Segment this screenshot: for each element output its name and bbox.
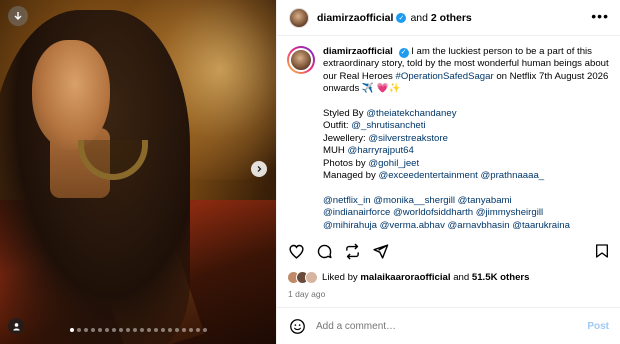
mention-link[interactable]: @silverstreakstore xyxy=(368,133,448,144)
hashtag-link[interactable]: #OperationSafedSagar xyxy=(396,71,494,82)
mention-line[interactable]: @netflix_in @monika__shergill @tanyabami xyxy=(323,195,613,207)
liker-avatar xyxy=(305,271,318,284)
user-icon xyxy=(12,322,20,331)
carousel-dot xyxy=(98,328,102,332)
next-photo-button[interactable] xyxy=(251,161,267,177)
carousel-dot xyxy=(196,328,200,332)
mention-line[interactable]: @indianairforce @worldofsiddharth @jimmy… xyxy=(323,207,613,219)
action-bar xyxy=(287,242,611,262)
credit-label: MUH xyxy=(323,145,345,157)
header-collaborators: and 2 others xyxy=(410,12,471,24)
carousel-dot xyxy=(161,328,165,332)
mention-link[interactable]: @_shrutisancheti xyxy=(351,120,425,131)
carousel-dot xyxy=(91,328,95,332)
carousel-dot xyxy=(133,328,137,332)
others-link[interactable]: 2 others xyxy=(431,12,472,24)
carousel-dot xyxy=(168,328,172,332)
credit-label: Jewellery: xyxy=(323,132,366,144)
carousel-dot xyxy=(126,328,130,332)
carousel-dot xyxy=(203,328,207,332)
bookmark-icon xyxy=(596,244,608,258)
verified-icon: ✓ xyxy=(396,12,407,23)
repost-button[interactable] xyxy=(343,242,361,260)
mention-link[interactable]: @harryrajput64 xyxy=(348,145,414,156)
verified-icon: ✓ xyxy=(398,48,409,59)
carousel-dot xyxy=(70,328,74,332)
caption-username[interactable]: diamirzaofficial xyxy=(323,46,393,57)
carousel-dot xyxy=(189,328,193,332)
mention-link[interactable]: @theiatekchandaney xyxy=(366,108,456,119)
carousel-dot xyxy=(119,328,123,332)
carousel-dot xyxy=(112,328,116,332)
heart-icon xyxy=(288,244,304,259)
share-button[interactable] xyxy=(371,242,389,260)
likes-count[interactable]: 51.5K others xyxy=(472,272,530,283)
and-text: and xyxy=(410,11,428,24)
liked-by-label: Liked by xyxy=(322,272,358,283)
carousel-indicator xyxy=(70,328,207,332)
credit-label: Managed by xyxy=(323,170,376,182)
comment-icon xyxy=(317,244,332,258)
likes-summary: Liked by malaikaaroraofficial and 51.5K … xyxy=(322,272,529,283)
comment-bar: Post xyxy=(277,307,620,344)
credit-label: Outfit: xyxy=(323,120,349,132)
post-comment-button[interactable]: Post xyxy=(587,321,609,332)
carousel-dot xyxy=(140,328,144,332)
mention-link[interactable]: @exceedentertainment xyxy=(378,170,477,181)
caption-area: diamirzaofficial ✓ I am the luckiest per… xyxy=(287,46,613,236)
tagged-users-button[interactable] xyxy=(8,318,24,334)
mention-link[interactable]: @prathnaaaa_ xyxy=(481,170,545,181)
post-photo[interactable] xyxy=(0,0,276,344)
carousel-dot xyxy=(77,328,81,332)
carousel-dot xyxy=(182,328,186,332)
comment-button[interactable] xyxy=(315,242,333,260)
more-options-icon[interactable]: ••• xyxy=(591,9,609,23)
mention-line[interactable]: @mihirahuja @verma.abhav @arnavbhasin @t… xyxy=(323,220,613,232)
post-timestamp[interactable]: 1 day ago xyxy=(288,289,325,299)
smiley-icon[interactable] xyxy=(289,318,306,335)
header-username[interactable]: diamirzaofficial xyxy=(317,12,393,24)
carousel-dot xyxy=(154,328,158,332)
repost-icon xyxy=(345,243,359,259)
and-label: and xyxy=(453,272,470,283)
carousel-dot xyxy=(84,328,88,332)
comment-input[interactable] xyxy=(316,320,566,332)
post-details-panel: diamirzaofficial ✓ and 2 others ••• diam… xyxy=(276,0,620,344)
likes-row: Liked by malaikaaroraofficial and 51.5K … xyxy=(287,271,529,284)
carousel-dot xyxy=(105,328,109,332)
credit-label: Styled By xyxy=(323,108,364,120)
avatar[interactable] xyxy=(289,7,309,28)
arrow-down-circle-icon xyxy=(14,12,22,20)
chevron-right-icon xyxy=(257,166,262,172)
carousel-dot xyxy=(147,328,151,332)
photo-face xyxy=(32,40,110,150)
carousel-dot xyxy=(175,328,179,332)
post-viewer: diamirzaofficial ✓ and 2 others ••• diam… xyxy=(0,0,620,344)
send-icon xyxy=(372,243,388,259)
liker-username[interactable]: malaikaaroraofficial xyxy=(360,272,450,283)
download-button[interactable] xyxy=(8,6,28,26)
like-button[interactable] xyxy=(287,242,305,260)
caption-text: diamirzaofficial ✓ I am the luckiest per… xyxy=(323,46,613,236)
mention-link[interactable]: @gohil_jeet xyxy=(368,158,419,169)
avatar-story-ring[interactable] xyxy=(287,46,315,74)
post-header: diamirzaofficial ✓ and 2 others ••• xyxy=(277,0,620,36)
save-button[interactable] xyxy=(593,242,611,260)
credit-label: Photos by xyxy=(323,157,366,169)
